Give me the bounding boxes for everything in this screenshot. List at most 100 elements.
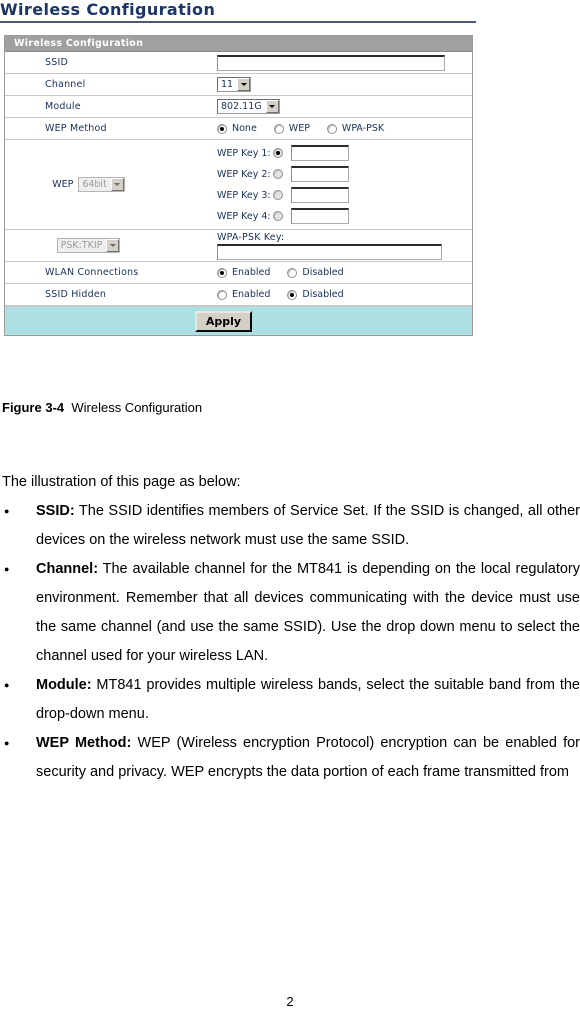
bullet-term-channel: Channel: — [36, 561, 99, 577]
wep-method-field-cell: None WEP WPA-PSK — [210, 123, 472, 134]
chevron-down-icon[interactable] — [265, 100, 279, 113]
wlan-connections-option-enabled-label: Enabled — [232, 267, 271, 278]
ssid-hidden-radio-group: Enabled Disabled — [217, 289, 361, 300]
channel-select-value: 11 — [221, 79, 234, 90]
apply-button[interactable]: Apply — [194, 310, 253, 332]
list-item: WEP Method: WEP (Wireless encryption Pro… — [2, 729, 580, 787]
wep-key-row-1: WEP Key 1: — [217, 145, 472, 161]
wep-key-3-label: WEP Key 3: — [217, 189, 271, 201]
apply-row: Apply — [5, 306, 472, 335]
wpa-cipher-select[interactable]: PSK:TKIP — [56, 238, 121, 253]
wep-key-3-input[interactable] — [291, 187, 349, 203]
wpa-cipher-value: PSK:TKIP — [60, 240, 103, 251]
module-select[interactable]: 802.11G — [217, 99, 280, 114]
wep-label: WEP — [52, 179, 74, 190]
module-select-value: 802.11G — [221, 101, 262, 112]
wep-key-row-3: WEP Key 3: — [217, 187, 472, 203]
chevron-down-icon[interactable] — [110, 178, 124, 191]
radio-icon[interactable] — [217, 123, 227, 134]
channel-select[interactable]: 11 — [217, 77, 252, 92]
list-item: Module: MT841 provides multiple wireless… — [2, 671, 580, 729]
radio-icon[interactable] — [273, 211, 283, 221]
row-channel: Channel 11 — [5, 74, 472, 96]
radio-icon[interactable] — [273, 148, 283, 158]
bullet-term-wep-method: WEP Method: — [36, 735, 132, 751]
wep-method-option-none-label: None — [232, 123, 257, 134]
wep-key-row-4: WEP Key 4: — [217, 208, 472, 224]
wlan-connections-radio-group: Enabled Disabled — [217, 267, 361, 278]
ssid-input[interactable] — [217, 54, 445, 71]
row-module: Module 802.11G — [5, 96, 472, 118]
chevron-down-icon[interactable] — [237, 78, 251, 91]
wep-method-option-wpa-psk-label: WPA-PSK — [341, 123, 385, 134]
wpa-psk-key-label: WPA-PSK Key: — [217, 231, 285, 243]
row-wep-method: WEP Method None WEP WPA-PSK — [5, 118, 472, 140]
ssid-hidden-option-disabled[interactable]: Disabled — [287, 289, 344, 300]
ssid-hidden-option-enabled-label: Enabled — [232, 289, 271, 300]
ssid-field-cell — [210, 54, 472, 71]
radio-icon[interactable] — [217, 267, 227, 278]
wep-key-4-input[interactable] — [291, 208, 349, 224]
row-ssid: SSID — [5, 52, 472, 74]
row-wlan-connections: WLAN Connections Enabled Disabled — [5, 262, 472, 284]
channel-label: Channel — [45, 79, 86, 90]
figure-caption-text: Wireless Configuration — [71, 400, 203, 415]
wireless-configuration-panel: Wireless Configuration SSID Channel 11 M… — [4, 35, 473, 336]
wep-key-row-2: WEP Key 2: — [217, 166, 472, 182]
radio-icon[interactable] — [217, 289, 227, 300]
ssid-hidden-option-enabled[interactable]: Enabled — [217, 289, 270, 300]
bullet-text-ssid: The SSID identifies members of Service S… — [36, 503, 580, 548]
radio-icon[interactable] — [287, 289, 298, 300]
radio-icon[interactable] — [273, 123, 284, 134]
radio-icon[interactable] — [326, 123, 337, 134]
wlan-connections-field-cell: Enabled Disabled — [210, 267, 472, 278]
wpa-psk-key-input[interactable] — [217, 243, 442, 260]
wep-key-2-input[interactable] — [291, 166, 349, 182]
row-wpa-psk: PSK:TKIP WPA-PSK Key: — [5, 230, 472, 262]
list-item: SSID: The SSID identifies members of Ser… — [2, 497, 580, 555]
figure-caption: Figure 3-4 Wireless Configuration — [2, 400, 202, 416]
figure-number: Figure 3-4 — [2, 400, 65, 415]
bullet-term-module: Module: — [36, 677, 92, 693]
module-field-cell: 802.11G — [210, 99, 472, 114]
wlan-connections-option-disabled[interactable]: Disabled — [287, 267, 344, 278]
bullet-text-module: MT841 provides multiple wireless bands, … — [36, 677, 580, 722]
channel-field-cell: 11 — [210, 77, 472, 92]
wep-method-option-wep[interactable]: WEP — [273, 123, 310, 134]
body-copy: The illustration of this page as below: … — [2, 468, 580, 787]
intro-paragraph: The illustration of this page as below: — [2, 474, 241, 490]
ssid-hidden-label: SSID Hidden — [45, 289, 107, 300]
radio-icon[interactable] — [273, 190, 283, 200]
wep-keys-cell: WEP Key 1: WEP Key 2: WEP Key 3: WEP Key… — [210, 140, 472, 229]
bullet-text-channel: The available channel for the MT841 is d… — [36, 561, 580, 664]
wep-key-1-input[interactable] — [291, 145, 349, 161]
wlan-connections-option-disabled-label: Disabled — [302, 267, 344, 278]
panel-header-title: Wireless Configuration — [5, 36, 472, 52]
wep-method-label: WEP Method — [45, 123, 107, 134]
list-item: Channel: The available channel for the M… — [2, 555, 580, 671]
wlan-connections-label: WLAN Connections — [45, 267, 139, 278]
wpa-key-cell: WPA-PSK Key: — [210, 232, 472, 260]
wep-method-option-none[interactable]: None — [217, 123, 257, 134]
wpa-cipher-cell: PSK:TKIP — [5, 238, 210, 253]
wlan-connections-option-enabled[interactable]: Enabled — [217, 267, 270, 278]
radio-icon[interactable] — [287, 267, 298, 278]
ssid-label: SSID — [45, 57, 68, 68]
wep-strength-cell: WEP 64bit — [5, 140, 210, 229]
wep-method-option-wep-label: WEP — [288, 123, 310, 134]
radio-icon[interactable] — [273, 169, 283, 179]
wep-key-1-label: WEP Key 1: — [217, 147, 271, 159]
page-title: Wireless Configuration — [0, 0, 476, 23]
chevron-down-icon[interactable] — [106, 239, 120, 252]
wep-method-radio-group: None WEP WPA-PSK — [217, 123, 401, 134]
ssid-hidden-option-disabled-label: Disabled — [302, 289, 344, 300]
wep-key-2-label: WEP Key 2: — [217, 168, 271, 180]
row-ssid-hidden: SSID Hidden Enabled Disabled — [5, 284, 472, 306]
wep-method-option-wpa-psk[interactable]: WPA-PSK — [326, 123, 385, 134]
wep-strength-value: 64bit — [82, 179, 107, 190]
row-wep-keys: WEP 64bit WEP Key 1: WEP Key 2: WEP Key … — [5, 140, 472, 230]
bullet-term-ssid: SSID: — [36, 503, 75, 519]
module-label: Module — [45, 101, 81, 112]
wep-strength-select[interactable]: 64bit — [78, 177, 125, 192]
bullet-list: SSID: The SSID identifies members of Ser… — [2, 497, 580, 787]
